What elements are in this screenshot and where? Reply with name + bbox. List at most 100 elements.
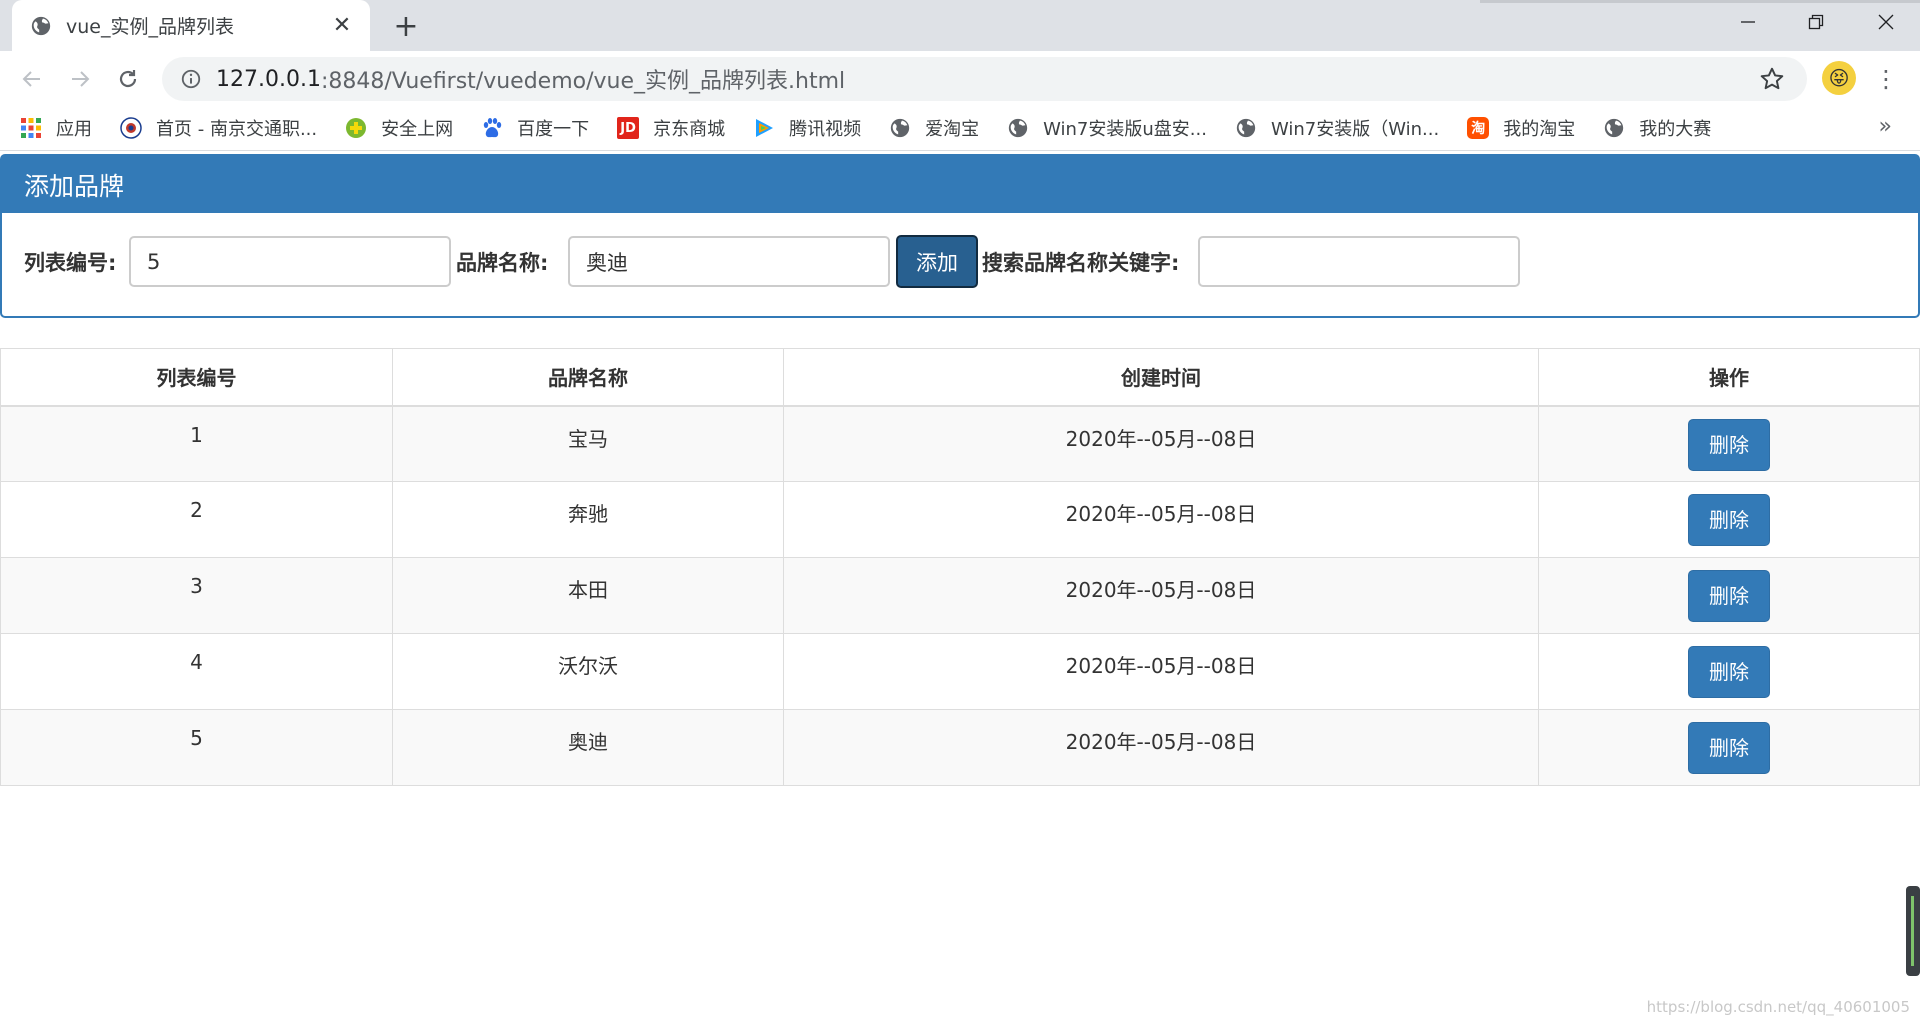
cell-brand-name: 沃尔沃 <box>392 633 784 710</box>
delete-button[interactable]: 删除 <box>1688 494 1770 546</box>
cell-actions: 删除 <box>1538 405 1920 482</box>
cell-id: 2 <box>0 481 393 558</box>
bookmark-label: Win7安装版（Win... <box>1270 119 1440 140</box>
bookmark-ai-taobao[interactable]: 爱淘宝 <box>889 115 979 141</box>
arrow-right-icon <box>72 71 90 87</box>
back-button[interactable] <box>14 61 50 97</box>
cell-actions: 删除 <box>1538 709 1920 786</box>
info-icon[interactable] <box>180 68 202 90</box>
star-icon[interactable] <box>1759 66 1785 92</box>
add-button[interactable]: 添加 <box>896 235 978 288</box>
bookmark-label: 百度一下 <box>517 119 590 140</box>
arrow-left-icon <box>22 71 40 87</box>
cell-brand-name: 宝马 <box>392 405 784 482</box>
cell-brand-name: 奔驰 <box>392 481 784 558</box>
browser-toolbar: 127.0.0.1:8848/Vuefirst/vuedemo/vue_实例_品… <box>0 51 1920 106</box>
bookmark-baidu[interactable]: 百度一下 <box>481 115 589 141</box>
tab-title: vue_实例_品牌列表 <box>66 16 234 38</box>
close-window-button[interactable] <box>1852 0 1920 44</box>
cell-created-time: 2020年--05月--08日 <box>783 405 1539 482</box>
bookmark-label: 腾讯视频 <box>789 119 862 140</box>
globe-icon <box>31 16 51 35</box>
bookmarks-overflow-chevron-icon[interactable]: » <box>1879 114 1892 139</box>
bookmark-label: 首页 - 南京交通职... <box>156 119 318 140</box>
bookmark-label: 爱淘宝 <box>925 119 980 140</box>
bookmark-win7-install[interactable]: Win7安装版（Win... <box>1235 115 1439 141</box>
forward-button[interactable] <box>62 61 98 97</box>
close-icon <box>1878 14 1894 30</box>
tencent-video-play-icon <box>756 119 774 137</box>
watermark: https://blog.csdn.net/qq_40601005 <box>1646 998 1910 1016</box>
brand-name-label: 品牌名称: <box>456 251 549 275</box>
profile-avatar-icon[interactable]: 😝 <box>1822 61 1856 95</box>
cell-created-time: 2020年--05月--08日 <box>783 709 1539 786</box>
minimize-icon <box>1741 21 1755 23</box>
url-host: 127.0.0.1 <box>216 66 321 92</box>
cell-id: 5 <box>0 709 393 786</box>
taobao-logo-icon: 淘 <box>1467 117 1490 139</box>
bookmark-apps[interactable]: 应用 <box>20 115 92 141</box>
bookmark-tencent-video[interactable]: 腾讯视频 <box>753 115 861 141</box>
browser-tab[interactable]: vue_实例_品牌列表 ✕ <box>12 0 370 51</box>
bookmark-label: Win7安装版u盘安... <box>1043 119 1207 140</box>
table-row: 5 奥迪 2020年--05月--08日 删除 <box>0 709 1920 786</box>
bookmark-school[interactable]: 首页 - 南京交通职... <box>120 115 317 141</box>
school-logo-icon <box>120 117 142 139</box>
bookmarks-bar: 应用 首页 - 南京交通职... 安全上网 百度一下 JD 京东商城 腾讯视频 <box>0 106 1920 151</box>
search-label: 搜索品牌名称关键字: <box>982 251 1180 275</box>
bookmark-label: 应用 <box>56 119 92 140</box>
cell-created-time: 2020年--05月--08日 <box>783 557 1539 634</box>
delete-button[interactable]: 删除 <box>1688 570 1770 622</box>
brand-table: 列表编号 品牌名称 创建时间 操作 1 宝马 2020年--05月--08日 删… <box>0 348 1920 786</box>
bookmark-safe-browsing[interactable]: 安全上网 <box>345 115 453 141</box>
id-input[interactable] <box>129 236 451 287</box>
table-row: 1 宝马 2020年--05月--08日 删除 <box>0 405 1920 482</box>
delete-button[interactable]: 删除 <box>1688 418 1770 471</box>
bookmark-label: 我的大赛 <box>1639 119 1712 140</box>
restore-icon <box>1808 14 1824 30</box>
apps-grid-icon <box>21 118 41 138</box>
bookmark-label: 京东商城 <box>653 119 726 140</box>
brand-name-input[interactable] <box>568 236 890 287</box>
tab-strip: vue_实例_品牌列表 ✕ + <box>0 0 1920 51</box>
bookmark-label: 安全上网 <box>381 119 454 140</box>
new-tab-button[interactable]: + <box>390 9 422 44</box>
search-input[interactable] <box>1198 236 1520 287</box>
delete-button[interactable]: 删除 <box>1688 722 1770 774</box>
cell-created-time: 2020年--05月--08日 <box>783 633 1539 710</box>
cell-created-time: 2020年--05月--08日 <box>783 481 1539 558</box>
table-row: 2 奔驰 2020年--05月--08日 删除 <box>0 481 1920 558</box>
more-menu-icon[interactable]: ⋮ <box>1872 63 1900 95</box>
table-row: 3 本田 2020年--05月--08日 删除 <box>0 557 1920 634</box>
reload-button[interactable] <box>110 61 146 97</box>
bookmark-label: 我的淘宝 <box>1503 119 1576 140</box>
cell-actions: 删除 <box>1538 633 1920 710</box>
close-tab-icon[interactable]: ✕ <box>330 13 354 38</box>
scrollbar-thumb[interactable] <box>1906 886 1920 976</box>
reload-icon <box>119 70 137 88</box>
bookmark-win7-usb[interactable]: Win7安装版u盘安... <box>1007 115 1207 141</box>
url-path: :8848/Vuefirst/vuedemo/vue_实例_品牌列表.html <box>320 69 846 94</box>
delete-button[interactable]: 删除 <box>1688 646 1770 698</box>
table-row: 4 沃尔沃 2020年--05月--08日 删除 <box>0 633 1920 710</box>
jd-logo-icon: JD <box>617 117 640 139</box>
globe-icon <box>1008 118 1028 138</box>
header-brand-name: 品牌名称 <box>392 348 784 407</box>
address-bar[interactable]: 127.0.0.1:8848/Vuefirst/vuedemo/vue_实例_品… <box>162 57 1807 101</box>
panel-title: 添加品牌 <box>2 156 1918 213</box>
minimize-button[interactable] <box>1714 0 1782 44</box>
cell-brand-name: 奥迪 <box>392 709 784 786</box>
table-header-row: 列表编号 品牌名称 创建时间 操作 <box>0 348 1920 407</box>
restore-button[interactable] <box>1782 0 1850 44</box>
bookmark-jd[interactable]: JD 京东商城 <box>617 115 725 141</box>
bookmark-my-contest[interactable]: 我的大赛 <box>1603 115 1711 141</box>
globe-icon <box>890 118 910 138</box>
cell-id: 3 <box>0 557 393 634</box>
globe-icon <box>1236 118 1256 138</box>
id-label: 列表编号: <box>24 251 117 275</box>
header-created-time: 创建时间 <box>783 348 1539 407</box>
bookmark-my-taobao[interactable]: 淘 我的淘宝 <box>1467 115 1575 141</box>
cell-actions: 删除 <box>1538 557 1920 634</box>
cell-actions: 删除 <box>1538 481 1920 558</box>
security-plus-icon <box>346 118 367 138</box>
